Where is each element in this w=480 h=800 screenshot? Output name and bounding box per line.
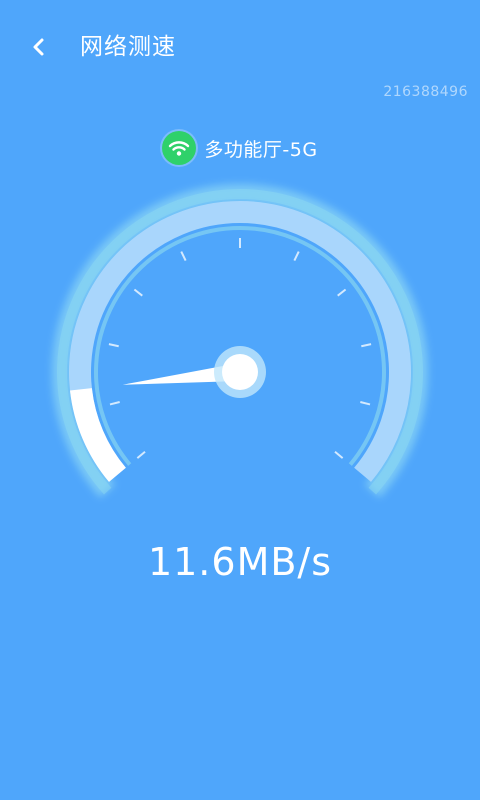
network-name: 多功能厅-5G: [204, 138, 318, 161]
gauge-tick: [180, 251, 187, 261]
gauge-track: [69, 201, 411, 482]
network-info: 多功能厅-5G: [0, 130, 480, 166]
app-header: 网络测速: [0, 0, 480, 96]
page-title: 网络测速: [80, 34, 176, 60]
chevron-left-icon: [33, 38, 44, 56]
gauge-hub: [222, 354, 258, 390]
device-id-label: 216388496: [383, 84, 468, 100]
back-button[interactable]: [22, 30, 56, 64]
wifi-icon: [169, 141, 190, 156]
gauge-tick: [108, 343, 119, 348]
speed-gauge: [52, 184, 428, 498]
speed-readout: 11.6MB/s: [147, 540, 333, 584]
wifi-badge: [162, 131, 197, 165]
gauge-tick: [133, 288, 143, 297]
gauge-tick: [136, 450, 146, 459]
gauge-tick: [109, 401, 120, 406]
gauge-tick: [337, 288, 347, 297]
gauge-tick: [360, 401, 371, 406]
gauge-tick: [334, 450, 344, 459]
gauge-tick: [293, 251, 300, 261]
gauge-tick: [361, 343, 372, 348]
